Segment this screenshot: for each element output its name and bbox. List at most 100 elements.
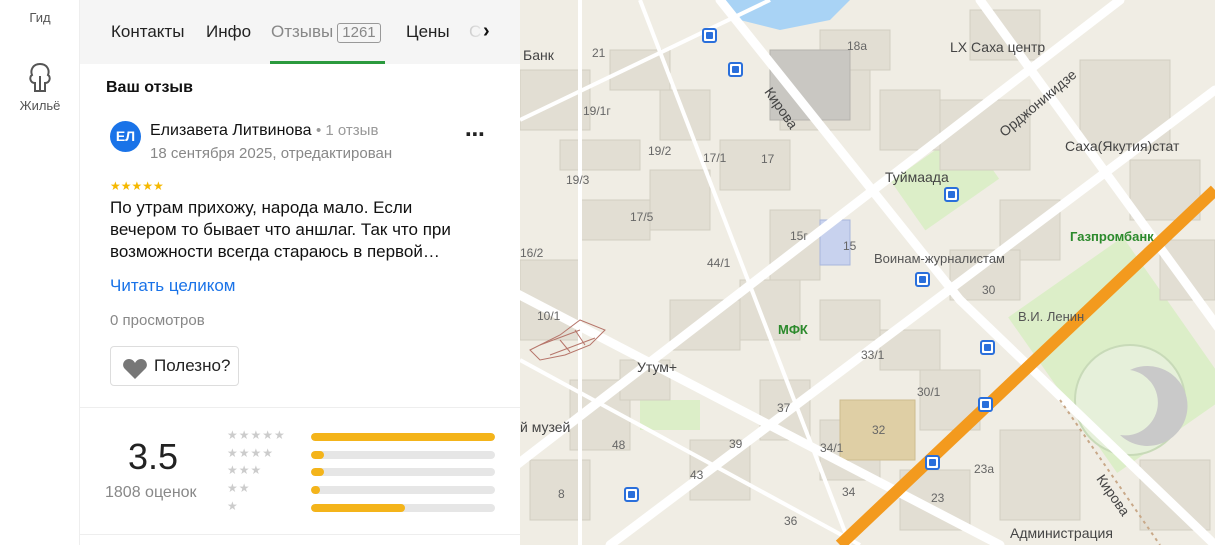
map-house-number: 36 bbox=[784, 514, 798, 528]
map-label-bank: Банк bbox=[523, 47, 554, 63]
left-rail: Гид Жильё bbox=[0, 0, 80, 545]
map-house-number: 33/1 bbox=[861, 348, 885, 362]
tab-prices-label: Цены bbox=[406, 22, 450, 41]
map-house-number: 21 bbox=[592, 46, 606, 60]
tab-bar: Контакты Инфо Отзывы1261 Цены С › bbox=[80, 0, 520, 64]
distribution-bar bbox=[311, 451, 495, 459]
rating-value: 3.5 bbox=[128, 436, 179, 477]
map-house-number: 17 bbox=[761, 152, 775, 166]
review-date: 18 сентября 2025, отредактирован bbox=[150, 145, 393, 162]
distribution-bar bbox=[311, 486, 495, 494]
distribution-stars: ★★★★ bbox=[227, 446, 275, 460]
map-label-museum: й музей bbox=[520, 419, 571, 435]
map-house-number: 8 bbox=[558, 487, 565, 501]
bus-stop-icon[interactable] bbox=[980, 340, 995, 355]
tabs-fade bbox=[468, 0, 520, 64]
distribution-bar-fill bbox=[311, 451, 324, 459]
map-house-number: 17/5 bbox=[630, 210, 654, 224]
your-review-title: Ваш отзыв bbox=[106, 79, 193, 96]
bus-stop-icon[interactable] bbox=[728, 62, 743, 77]
map-house-number: 17/1 bbox=[703, 151, 727, 165]
review-stars: ★★★★★ bbox=[110, 179, 164, 193]
distribution-bar bbox=[311, 504, 495, 512]
map-house-number: 39 bbox=[729, 437, 743, 451]
distribution-stars: ★★★★★ bbox=[227, 428, 286, 442]
active-tab-indicator bbox=[270, 61, 385, 64]
review-author: Елизавета Литвинова • 1 отзыв bbox=[150, 122, 378, 140]
rail-item-housing[interactable]: Жильё bbox=[0, 62, 80, 113]
tab-info-label: Инфо bbox=[206, 22, 252, 41]
useful-label: Полезно? bbox=[154, 356, 231, 375]
distribution-stars: ★★ bbox=[227, 481, 251, 495]
map-label-utum: Утум+ bbox=[637, 359, 678, 375]
distribution-bar-fill bbox=[311, 468, 324, 476]
map-label-monument: В.И. Ленин bbox=[1018, 309, 1085, 324]
distribution-bar bbox=[311, 468, 495, 476]
tab-contacts-label: Контакты bbox=[111, 22, 185, 41]
bus-stop-icon[interactable] bbox=[944, 187, 959, 202]
map-house-number: 23а bbox=[974, 462, 995, 476]
read-more-link[interactable]: Читать целиком bbox=[110, 276, 236, 296]
tab-prices[interactable]: Цены bbox=[406, 22, 450, 42]
views-count: 0 просмотров bbox=[110, 312, 205, 329]
distribution-stars: ★★★ bbox=[227, 463, 263, 477]
distribution-stars: ★ bbox=[227, 499, 239, 513]
distribution-bar bbox=[311, 433, 495, 441]
author-name[interactable]: Елизавета Литвинова bbox=[150, 122, 312, 139]
map[interactable]: Банк LX Саха центр Кирова Орджоникидзе С… bbox=[520, 0, 1215, 545]
map-house-number: 18а bbox=[847, 39, 868, 53]
useful-button[interactable]: Полезно? bbox=[110, 346, 239, 386]
reviews-count-badge: 1261 bbox=[337, 23, 381, 43]
more-dots-icon[interactable]: ⋯ bbox=[465, 122, 486, 147]
tab-contacts[interactable]: Контакты bbox=[111, 22, 184, 42]
distribution-bar-fill bbox=[311, 433, 495, 441]
review-text: По утрам прихожу, народа мало. Если вече… bbox=[110, 198, 451, 261]
divider bbox=[80, 534, 520, 535]
map-house-number: 34 bbox=[842, 485, 856, 499]
tabs-scroll-right-icon[interactable]: › bbox=[483, 20, 490, 43]
map-house-number: 43 bbox=[690, 468, 704, 482]
map-house-number: 19/1г bbox=[583, 104, 611, 118]
map-house-number: 37 bbox=[777, 401, 791, 415]
map-house-number: 23 bbox=[931, 491, 945, 505]
housing-icon bbox=[29, 62, 51, 92]
map-house-number: 30 bbox=[982, 283, 996, 297]
avatar[interactable]: ЕЛ bbox=[110, 121, 141, 152]
map-house-number: 30/1 bbox=[917, 385, 941, 399]
map-label-tuymaada: Туймаада bbox=[885, 169, 949, 185]
map-canvas bbox=[520, 0, 1215, 545]
distribution-bar-fill bbox=[311, 486, 321, 494]
place-panel: Контакты Инфо Отзывы1261 Цены С › Ваш от… bbox=[80, 0, 520, 545]
author-review-count: • 1 отзыв bbox=[315, 122, 379, 139]
map-house-number: 32 bbox=[872, 423, 886, 437]
map-label-gazprombank: Газпромбанк bbox=[1070, 229, 1154, 244]
tab-info[interactable]: Инфо bbox=[206, 22, 251, 42]
bus-stop-icon[interactable] bbox=[702, 28, 717, 43]
rail-item-guide[interactable]: Гид bbox=[0, 10, 80, 25]
map-house-number: 44/1 bbox=[707, 256, 731, 270]
map-label-sakhastat: Саха(Якутия)стат bbox=[1065, 138, 1180, 154]
map-house-number: 15 bbox=[843, 239, 857, 253]
map-house-number: 10/1 bbox=[537, 309, 561, 323]
ratings-count: 1808 оценок bbox=[105, 484, 197, 501]
rail-guide-label: Гид bbox=[29, 10, 51, 25]
map-house-number: 34/1 bbox=[820, 441, 844, 455]
distribution-bar-fill bbox=[311, 504, 405, 512]
bus-stop-icon[interactable] bbox=[978, 397, 993, 412]
map-house-number: 19/3 bbox=[566, 173, 590, 187]
divider bbox=[80, 407, 520, 408]
heart-icon bbox=[123, 359, 147, 379]
bus-stop-icon[interactable] bbox=[915, 272, 930, 287]
map-house-number: 15г bbox=[790, 229, 808, 243]
map-label-monument: Воинам-журналистам bbox=[874, 251, 1005, 266]
map-house-number: 19/2 bbox=[648, 144, 672, 158]
tab-reviews-label: Отзывы bbox=[271, 22, 334, 41]
map-label-lx: LX Саха центр bbox=[950, 39, 1046, 55]
rail-housing-label: Жильё bbox=[19, 98, 61, 113]
map-label-mfk: МФК bbox=[778, 322, 808, 337]
bus-stop-icon[interactable] bbox=[624, 487, 639, 502]
map-house-number: 16/2 bbox=[520, 246, 544, 260]
tab-reviews[interactable]: Отзывы 1261 bbox=[271, 22, 381, 43]
map-house-number: 48 bbox=[612, 438, 626, 452]
bus-stop-icon[interactable] bbox=[925, 455, 940, 470]
